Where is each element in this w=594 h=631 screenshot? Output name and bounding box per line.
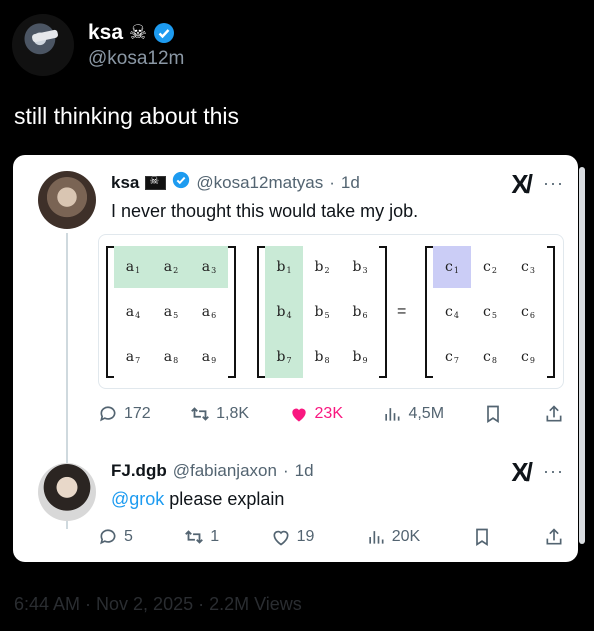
matrix-cell: b9	[352, 349, 368, 365]
author-name[interactable]: ksa	[88, 21, 123, 45]
bookmark-button[interactable]	[482, 403, 504, 425]
avatar[interactable]	[38, 463, 96, 521]
matrix-cell: a1	[125, 259, 141, 275]
matrix-cell: a9	[201, 349, 217, 365]
repost-button[interactable]: 1	[183, 526, 219, 548]
matrix-cell: a6	[201, 304, 217, 320]
matrix-c: c1 c2 c3 c4 c5 c6 c7 c8 c9	[425, 246, 555, 378]
heart-icon	[270, 526, 292, 548]
matrix-cell: a2	[163, 259, 179, 275]
reply-button[interactable]: 172	[97, 403, 151, 425]
reply-count: 5	[124, 528, 133, 545]
matrix-cell: c5	[483, 304, 497, 320]
scrollbar[interactable]	[579, 167, 585, 544]
x-logo-icon: X/	[511, 169, 533, 199]
post-header: ksa ☠ @kosa12m	[12, 14, 184, 76]
share-icon	[543, 403, 565, 425]
tweet-actions: 5 1 19 20K	[97, 526, 565, 548]
view-count: 20K	[391, 528, 421, 545]
x-logo-icon: X/	[511, 457, 533, 487]
mention-link[interactable]: @grok	[111, 489, 164, 509]
dot-separator: ·	[282, 461, 289, 480]
matrix-b: b1 b2 b3 b4 b5 b6 b7 b8 b9	[257, 246, 387, 378]
matrix-cell: b4	[276, 304, 292, 320]
views-button[interactable]: 20K	[365, 526, 420, 548]
reply-count: 172	[124, 405, 151, 422]
tweet-text: @grok please explain	[111, 489, 284, 510]
repost-icon	[189, 403, 211, 425]
verified-icon	[153, 22, 175, 44]
verified-icon	[172, 171, 190, 194]
view-count: 4,5M	[408, 405, 445, 422]
share-icon	[543, 526, 565, 548]
analytics-icon	[381, 403, 403, 425]
tweet-handle[interactable]: @fabianjaxon	[173, 461, 277, 481]
matrix-cell: a7	[125, 349, 141, 365]
bookmark-button[interactable]	[471, 526, 493, 548]
post-timestamp-views[interactable]: 6:44 AM · Nov 2, 2025 · 2.2M Views	[14, 594, 302, 615]
tweet-author-name[interactable]: FJ.dgb	[111, 461, 167, 481]
bookmark-icon	[471, 526, 493, 548]
embedded-screenshot: ksa @kosa12matyas · 1d I never thought t…	[13, 155, 578, 562]
matrix-cell: b3	[352, 259, 368, 275]
post-text: still thinking about this	[14, 103, 240, 129]
matrix-cell: c2	[483, 259, 497, 275]
avatar[interactable]	[12, 14, 74, 76]
like-button[interactable]: 23K	[288, 403, 343, 425]
like-count: 19	[296, 528, 315, 545]
matrix-cell: c4	[445, 304, 459, 320]
matrix-cell: c9	[521, 349, 535, 365]
reply-button[interactable]: 5	[97, 526, 133, 548]
repost-icon	[183, 526, 205, 548]
tweet-actions: 172 1,8K 23K 4,5M	[97, 403, 565, 425]
more-icon[interactable]: ···	[543, 461, 564, 482]
right-bracket	[379, 246, 387, 378]
dot-separator: ·	[329, 172, 335, 192]
matrix-cell: c7	[445, 349, 459, 365]
repost-count: 1	[210, 528, 220, 545]
like-button[interactable]: 19	[270, 526, 315, 548]
tweet-time[interactable]: 1d	[341, 173, 360, 193]
tweet-handle[interactable]: @kosa12matyas	[196, 173, 323, 193]
matrix-cell: b5	[314, 304, 330, 320]
matrix-cell: a4	[125, 304, 141, 320]
matrix-cell: c1	[445, 259, 459, 275]
matrix-image: a1a2a3a4a5a6a7a8a9 b1b2b3b4b5b6b7b8b9 = …	[98, 234, 564, 389]
matrix-cell: a3	[201, 259, 217, 275]
reply-icon	[97, 403, 119, 425]
more-icon[interactable]: ···	[543, 173, 564, 194]
share-button[interactable]	[543, 403, 565, 425]
analytics-icon	[365, 526, 387, 548]
tweet-author-name[interactable]: ksa	[111, 173, 139, 193]
share-button[interactable]	[543, 526, 565, 548]
tweet-text: I never thought this would take my job.	[111, 201, 419, 221]
pirate-flag-icon	[145, 174, 167, 190]
matrix-cell: c8	[483, 349, 497, 365]
bookmark-icon	[482, 403, 504, 425]
matrix-cell: b1	[276, 259, 292, 275]
tweet-body: please explain	[164, 489, 285, 509]
skull-crossbones-icon: ☠	[129, 22, 147, 44]
matrix-cell: c6	[521, 304, 535, 320]
matrix-cell: b2	[314, 259, 330, 275]
matrix-cell: b7	[276, 349, 292, 365]
avatar[interactable]	[38, 171, 96, 229]
equals-sign: =	[397, 303, 407, 320]
matrix-cell: c3	[521, 259, 535, 275]
matrix-cell: a5	[163, 304, 179, 320]
matrix-a: a1 a2 a3 a4 a5 a6 a7 a8 a9	[106, 246, 236, 378]
matrix-cell: a8	[163, 349, 179, 365]
right-bracket	[228, 246, 236, 378]
repost-button[interactable]: 1,8K	[189, 403, 249, 425]
matrix-cell: b6	[352, 304, 368, 320]
right-bracket	[547, 246, 555, 378]
matrix-cell: b8	[314, 349, 330, 365]
like-count: 23K	[314, 405, 343, 422]
reply-icon	[97, 526, 119, 548]
tweet-time[interactable]: 1d	[295, 461, 314, 481]
heart-filled-icon	[288, 403, 310, 425]
views-button[interactable]: 4,5M	[381, 403, 444, 425]
author-handle[interactable]: @kosa12m	[88, 48, 184, 70]
repost-count: 1,8K	[216, 405, 250, 422]
